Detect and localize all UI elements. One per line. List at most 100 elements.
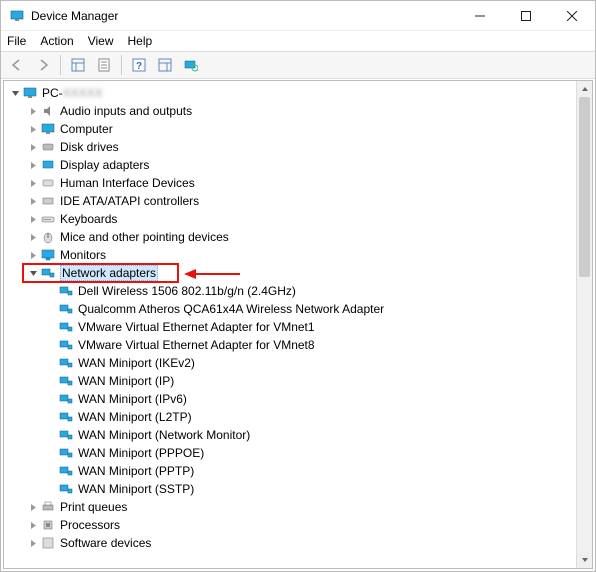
tree-root-blurred: XXXXX (63, 86, 103, 100)
caret-right-icon[interactable] (26, 212, 40, 226)
category-label: Monitors (60, 248, 106, 262)
network-icon (58, 319, 74, 335)
toolbar: ? (1, 51, 595, 79)
scan-hardware-button[interactable] (179, 54, 203, 76)
help-button[interactable]: ? (127, 54, 151, 76)
svg-text:?: ? (136, 61, 142, 72)
content-area: PC- XXXXX Audio inputs and outputs Compu… (3, 80, 593, 569)
network-icon (58, 409, 74, 425)
tree-category-computer[interactable]: Computer (4, 120, 576, 138)
tree-category-audio[interactable]: Audio inputs and outputs (4, 102, 576, 120)
minimize-button[interactable] (457, 1, 503, 30)
back-button[interactable] (5, 54, 29, 76)
tree-category-disk[interactable]: Disk drives (4, 138, 576, 156)
menu-file[interactable]: File (7, 34, 26, 48)
software-icon (40, 535, 56, 551)
titlebar: Device Manager (1, 1, 595, 31)
category-label: Keyboards (60, 212, 117, 226)
tree-category-ide[interactable]: IDE ATA/ATAPI controllers (4, 192, 576, 210)
tree-item-network[interactable]: WAN Miniport (PPPOE) (4, 444, 576, 462)
tree-category-network[interactable]: Network adapters (4, 264, 576, 282)
tree-item-network[interactable]: WAN Miniport (IP) (4, 372, 576, 390)
cpu-icon (40, 517, 56, 533)
tree-item-network[interactable]: WAN Miniport (IPv6) (4, 390, 576, 408)
caret-right-icon[interactable] (26, 176, 40, 190)
tree-category-processors[interactable]: Processors (4, 516, 576, 534)
tree-item-network[interactable]: WAN Miniport (Network Monitor) (4, 426, 576, 444)
tree-category-software[interactable]: Software devices (4, 534, 576, 552)
tree-item-network[interactable]: VMware Virtual Ethernet Adapter for VMne… (4, 336, 576, 354)
scroll-down-button[interactable] (577, 552, 592, 568)
caret-down-icon[interactable] (8, 86, 22, 100)
category-label: Network adapters (60, 265, 158, 281)
audio-icon (40, 103, 56, 119)
vertical-scrollbar[interactable] (576, 81, 592, 568)
tree-category-keyboards[interactable]: Keyboards (4, 210, 576, 228)
item-label: WAN Miniport (PPTP) (78, 464, 194, 478)
category-label: Processors (60, 518, 120, 532)
mouse-icon (40, 229, 56, 245)
menu-action[interactable]: Action (40, 34, 73, 48)
item-label: VMware Virtual Ethernet Adapter for VMne… (78, 320, 315, 334)
network-icon (58, 481, 74, 497)
tree-category-hid[interactable]: Human Interface Devices (4, 174, 576, 192)
menu-help[interactable]: Help (128, 34, 153, 48)
caret-right-icon[interactable] (26, 104, 40, 118)
hid-icon (40, 175, 56, 191)
item-label: WAN Miniport (IPv6) (78, 392, 187, 406)
item-label: WAN Miniport (IP) (78, 374, 174, 388)
forward-button[interactable] (31, 54, 55, 76)
tree-item-network[interactable]: WAN Miniport (IKEv2) (4, 354, 576, 372)
item-label: VMware Virtual Ethernet Adapter for VMne… (78, 338, 315, 352)
item-label: WAN Miniport (Network Monitor) (78, 428, 250, 442)
category-label: Software devices (60, 536, 151, 550)
caret-right-icon[interactable] (26, 248, 40, 262)
tree-item-network[interactable]: WAN Miniport (L2TP) (4, 408, 576, 426)
tree-category-monitors[interactable]: Monitors (4, 246, 576, 264)
caret-right-icon[interactable] (26, 140, 40, 154)
caret-down-icon[interactable] (26, 266, 40, 280)
keyboard-icon (40, 211, 56, 227)
tree-item-network[interactable]: VMware Virtual Ethernet Adapter for VMne… (4, 318, 576, 336)
item-label: Qualcomm Atheros QCA61x4A Wireless Netwo… (78, 302, 384, 316)
tree-item-network[interactable]: Qualcomm Atheros QCA61x4A Wireless Netwo… (4, 300, 576, 318)
caret-right-icon[interactable] (26, 500, 40, 514)
network-icon (58, 445, 74, 461)
item-label: WAN Miniport (L2TP) (78, 410, 192, 424)
properties-button[interactable] (92, 54, 116, 76)
caret-right-icon[interactable] (26, 536, 40, 550)
printer-icon (40, 499, 56, 515)
menu-view[interactable]: View (88, 34, 114, 48)
tree-root-label: PC- (42, 86, 63, 100)
tree-category-print[interactable]: Print queues (4, 498, 576, 516)
caret-right-icon[interactable] (26, 518, 40, 532)
scroll-thumb[interactable] (579, 97, 590, 277)
item-label: WAN Miniport (SSTP) (78, 482, 194, 496)
ide-icon (40, 193, 56, 209)
tree-root[interactable]: PC- XXXXX (4, 84, 576, 102)
network-icon (40, 265, 56, 281)
toolbar-separator (60, 55, 61, 75)
category-label: Display adapters (60, 158, 149, 172)
tree-item-network[interactable]: WAN Miniport (SSTP) (4, 480, 576, 498)
tree-category-display[interactable]: Display adapters (4, 156, 576, 174)
category-label: Disk drives (60, 140, 119, 154)
item-label: Dell Wireless 1506 802.11b/g/n (2.4GHz) (78, 284, 296, 298)
tree-item-network[interactable]: Dell Wireless 1506 802.11b/g/n (2.4GHz) (4, 282, 576, 300)
close-button[interactable] (549, 1, 595, 30)
caret-right-icon[interactable] (26, 230, 40, 244)
network-icon (58, 427, 74, 443)
device-tree[interactable]: PC- XXXXX Audio inputs and outputs Compu… (4, 81, 576, 568)
tree-item-network[interactable]: WAN Miniport (PPTP) (4, 462, 576, 480)
network-icon (58, 391, 74, 407)
action-pane-button[interactable] (153, 54, 177, 76)
tree-category-mice[interactable]: Mice and other pointing devices (4, 228, 576, 246)
category-label: IDE ATA/ATAPI controllers (60, 194, 199, 208)
scroll-up-button[interactable] (577, 81, 592, 97)
caret-right-icon[interactable] (26, 194, 40, 208)
maximize-button[interactable] (503, 1, 549, 30)
caret-right-icon[interactable] (26, 158, 40, 172)
caret-right-icon[interactable] (26, 122, 40, 136)
category-label: Human Interface Devices (60, 176, 195, 190)
show-hide-console-button[interactable] (66, 54, 90, 76)
